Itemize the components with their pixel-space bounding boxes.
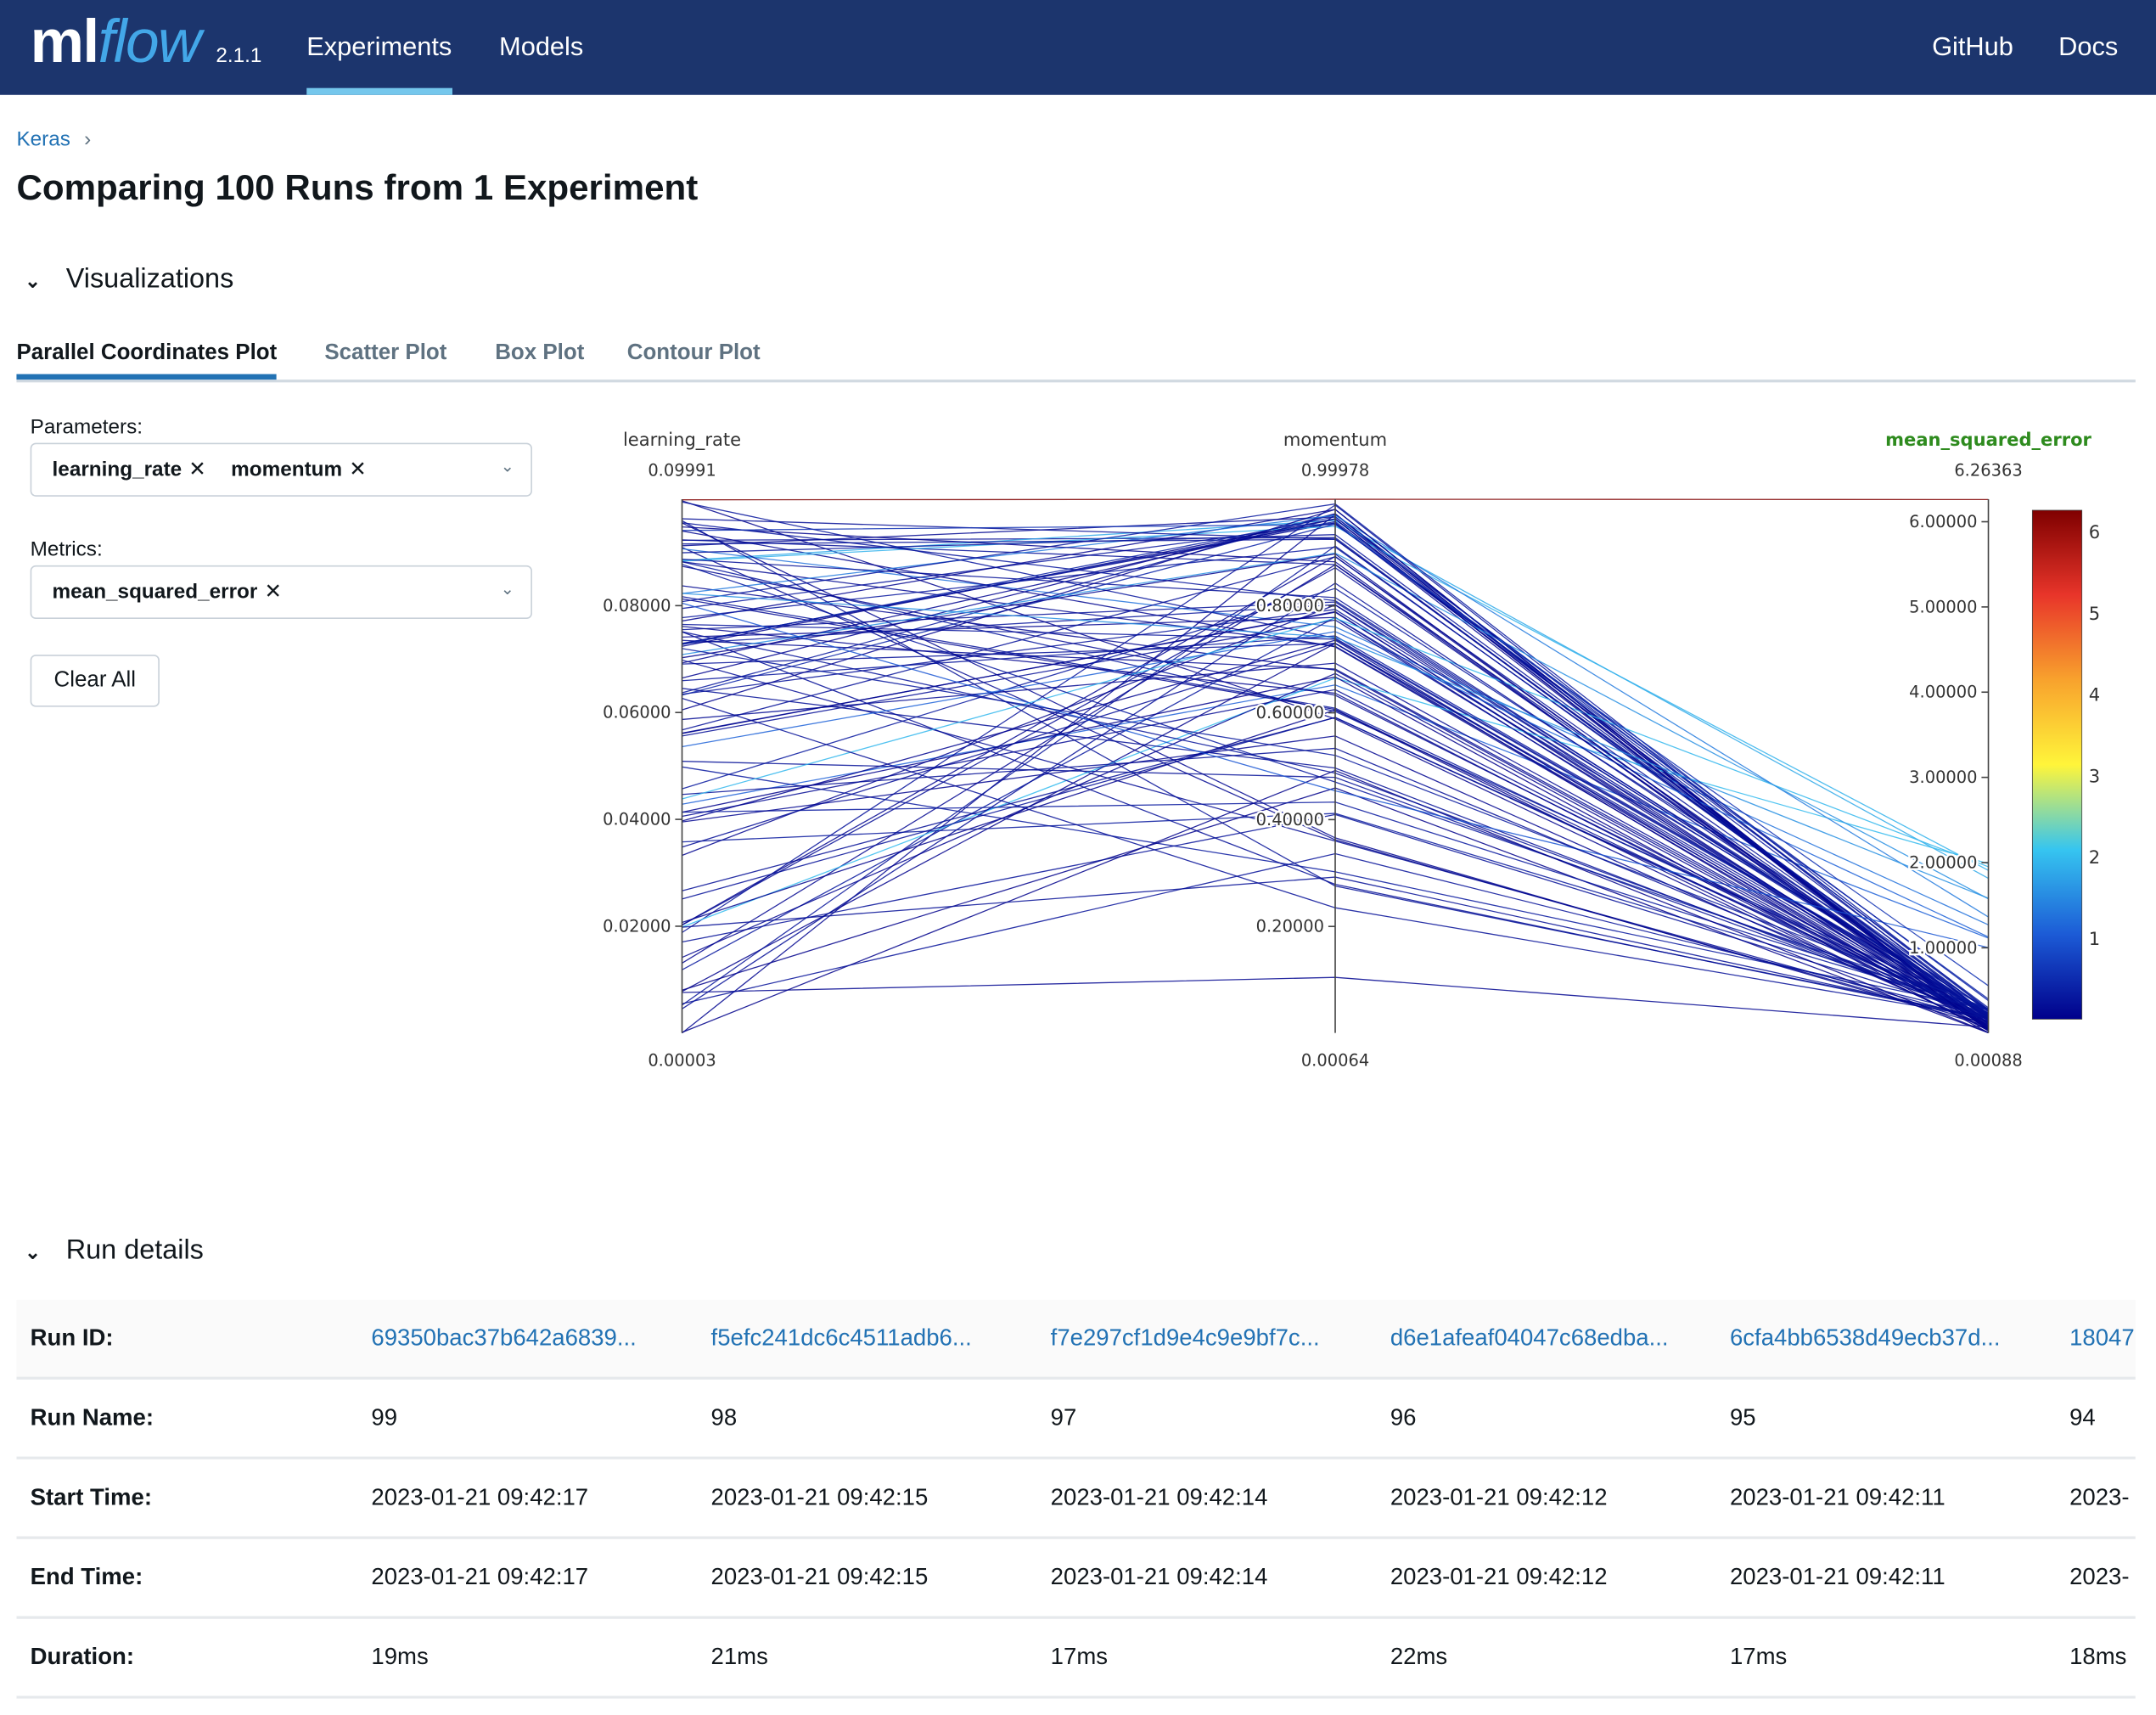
run-details-toggle[interactable]: ⌄ Run details bbox=[25, 1235, 204, 1267]
tick-label: 0.04000 bbox=[603, 810, 671, 829]
tick-label: 0.08000 bbox=[603, 596, 671, 616]
run-details-table: Run ID: 69350bac37b642a6839... f5efc241dc6… bbox=[16, 1299, 2136, 1699]
axis-max-label: 0.99978 bbox=[1301, 461, 1369, 481]
colorbar-tick: 1 bbox=[2089, 928, 2100, 949]
tick-label: 6.00000 bbox=[1909, 512, 1977, 531]
tick-label: 0.02000 bbox=[603, 916, 671, 936]
table-cell: 2023- bbox=[2069, 1483, 2130, 1510]
table-cell: 22ms bbox=[1390, 1643, 1448, 1670]
table-cell: 17ms bbox=[1729, 1643, 1788, 1670]
table-cell: 2023-01-21 09:42:14 bbox=[1050, 1563, 1268, 1590]
table-cell: 99 bbox=[371, 1404, 398, 1431]
table-cell: 17ms bbox=[1050, 1643, 1109, 1670]
colorbar-tick: 4 bbox=[2089, 684, 2100, 706]
colorbar-tick: 2 bbox=[2089, 846, 2100, 868]
axis-title: momentum bbox=[1283, 429, 1387, 450]
section-title: Run details bbox=[65, 1234, 204, 1266]
table-cell: 95 bbox=[1729, 1404, 1756, 1431]
table-cell: 18ms bbox=[2069, 1643, 2127, 1670]
run-id-link[interactable]: 18047 bbox=[2069, 1324, 2135, 1352]
table-cell: 2023-01-21 09:42:12 bbox=[1390, 1563, 1608, 1590]
tick-label: 3.00000 bbox=[1909, 768, 1977, 787]
table-cell: 97 bbox=[1050, 1404, 1077, 1431]
tick-label: 4.00000 bbox=[1909, 683, 1977, 702]
axis-max-label: 0.09991 bbox=[648, 461, 716, 481]
colorbar-tick: 5 bbox=[2089, 603, 2100, 624]
tick-label: 0.60000 bbox=[1256, 703, 1324, 723]
chevron-down-icon: ⌄ bbox=[25, 1240, 42, 1263]
tick-label: 5.00000 bbox=[1909, 597, 1977, 616]
axis-min-label: 0.00088 bbox=[1954, 1051, 2022, 1071]
parallel-coordinates-plot[interactable]: learning_rate 0.09991 0.00003 0.02000 0.0400… bbox=[0, 0, 2156, 1100]
table-cell: 21ms bbox=[710, 1643, 768, 1670]
table-cell: 2023- bbox=[2069, 1563, 2130, 1590]
table-cell: 19ms bbox=[371, 1643, 429, 1670]
colorbar bbox=[2031, 509, 2083, 1020]
table-cell: 94 bbox=[2069, 1404, 2096, 1431]
colorbar-tick: 6 bbox=[2089, 521, 2100, 543]
axis-min-label: 0.00003 bbox=[648, 1051, 716, 1071]
table-row: End Time: 2023-01-21 09:42:17 2023-01-21 0… bbox=[16, 1539, 2136, 1619]
axis-min-label: 0.00064 bbox=[1301, 1051, 1369, 1071]
tick-label: 0.06000 bbox=[603, 703, 671, 723]
table-row: Run ID: 69350bac37b642a6839... f5efc241dc6… bbox=[16, 1299, 2136, 1380]
table-row: Run Name: 99 98 97 96 95 94 bbox=[16, 1380, 2136, 1459]
row-key: Duration: bbox=[30, 1643, 135, 1670]
table-cell: 2023-01-21 09:42:12 bbox=[1390, 1483, 1608, 1510]
table-cell: 2023-01-21 09:42:15 bbox=[710, 1563, 929, 1590]
run-id-link[interactable]: 69350bac37b642a6839... bbox=[371, 1324, 636, 1352]
table-cell: 2023-01-21 09:42:11 bbox=[1729, 1483, 1945, 1510]
axis-title: learning_rate bbox=[623, 429, 741, 450]
table-cell: 2023-01-21 09:42:11 bbox=[1729, 1563, 1945, 1590]
run-id-link[interactable]: f7e297cf1d9e4c9e9bf7c... bbox=[1051, 1324, 1320, 1352]
table-cell: 2023-01-21 09:42:17 bbox=[371, 1563, 589, 1590]
table-cell: 98 bbox=[710, 1404, 738, 1431]
run-id-link[interactable]: d6e1afeaf04047c68edba... bbox=[1390, 1324, 1669, 1352]
table-cell: 2023-01-21 09:42:17 bbox=[371, 1483, 589, 1510]
table-row: Duration: 19ms 21ms 17ms 22ms 17ms 18ms bbox=[16, 1619, 2136, 1699]
axis-max-label: 6.26363 bbox=[1954, 461, 2022, 481]
tick-label: 1.00000 bbox=[1909, 938, 1977, 958]
table-cell: 2023-01-21 09:42:14 bbox=[1050, 1483, 1268, 1510]
colorbar-tick: 3 bbox=[2089, 765, 2100, 786]
axis-title: mean_squared_error bbox=[1885, 429, 2091, 450]
row-key: Run Name: bbox=[30, 1404, 154, 1431]
tick-label: 0.40000 bbox=[1256, 810, 1324, 829]
tick-label: 2.00000 bbox=[1909, 852, 1977, 872]
row-key: Run ID: bbox=[30, 1324, 114, 1351]
row-key: End Time: bbox=[30, 1563, 143, 1590]
tick-label: 0.80000 bbox=[1256, 596, 1324, 616]
row-key: Start Time: bbox=[30, 1483, 153, 1510]
run-id-link[interactable]: f5efc241dc6c4511adb6... bbox=[711, 1324, 972, 1352]
run-id-link[interactable]: 6cfa4bb6538d49ecb37d... bbox=[1730, 1324, 2001, 1352]
table-cell: 96 bbox=[1390, 1404, 1417, 1431]
tick-label: 0.20000 bbox=[1256, 917, 1324, 936]
table-cell: 2023-01-21 09:42:15 bbox=[710, 1483, 929, 1510]
table-row: Start Time: 2023-01-21 09:42:17 2023-01-21… bbox=[16, 1459, 2136, 1539]
